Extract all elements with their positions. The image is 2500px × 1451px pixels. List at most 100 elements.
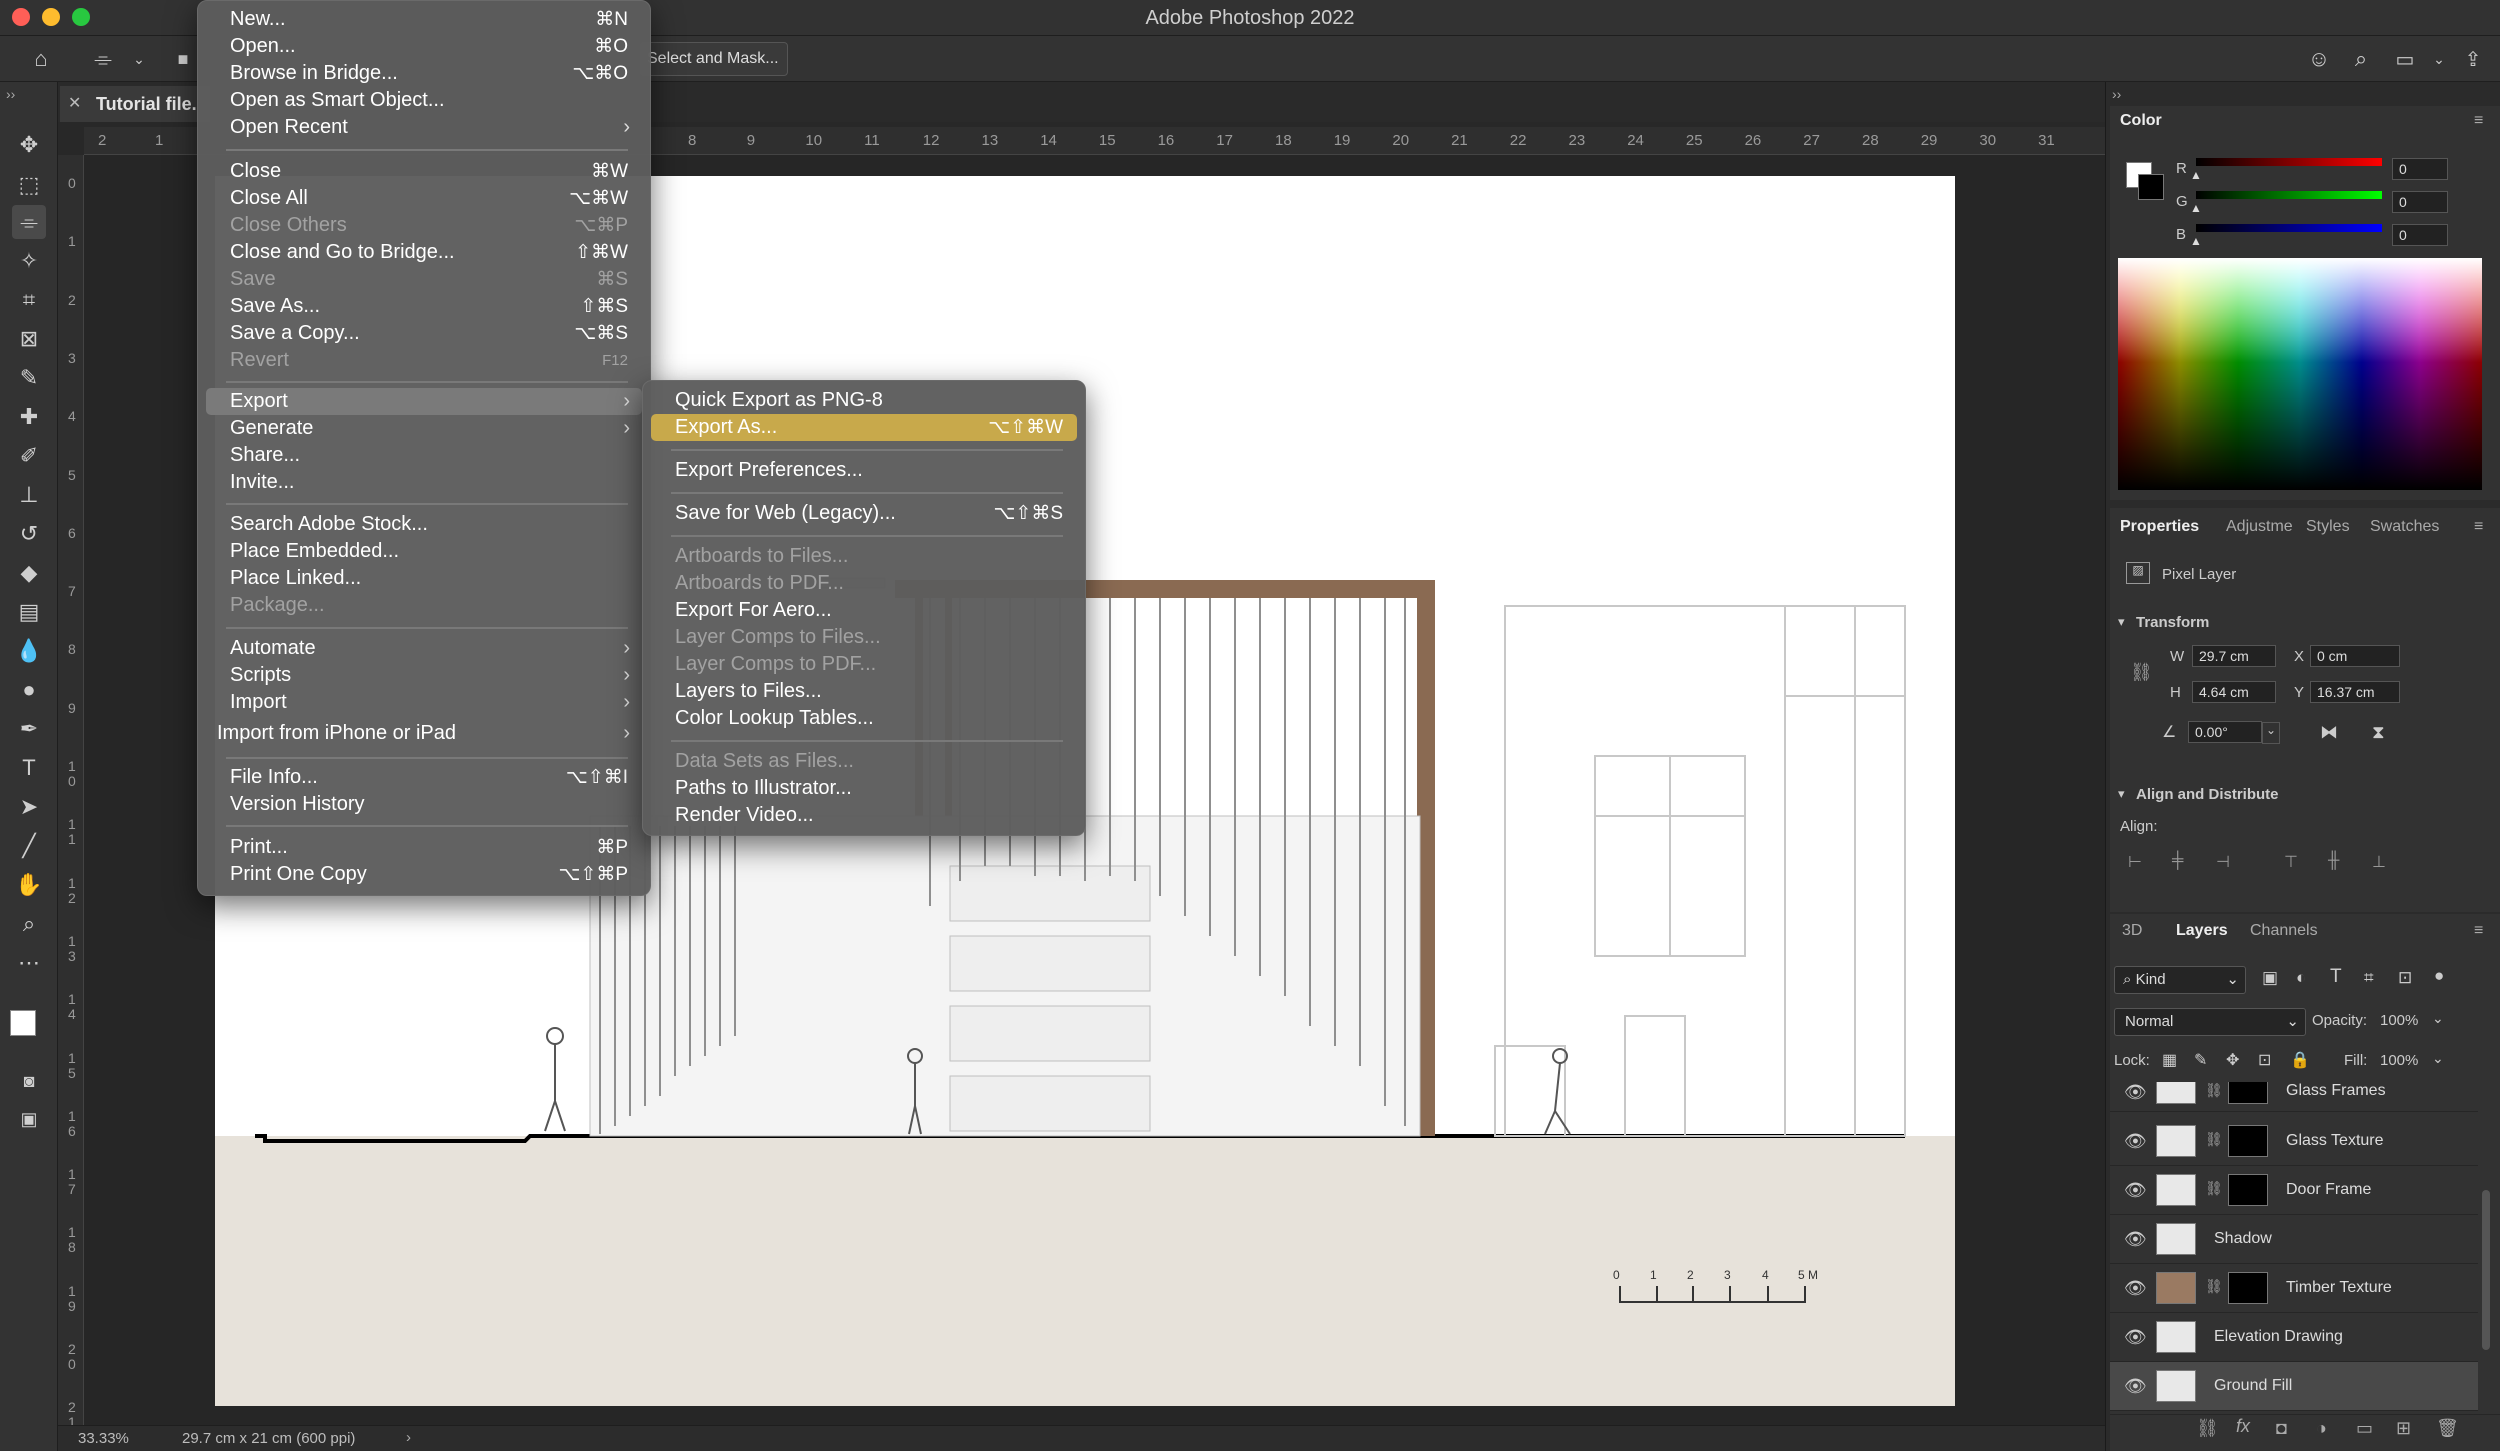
menu-item-open[interactable]: Open... ⌘O: [206, 33, 642, 60]
menu-item-save-a-copy[interactable]: Save a Copy... ⌥⌘S: [206, 320, 642, 347]
search-icon[interactable]: ⌕: [2346, 44, 2376, 74]
filter-smart-object-icon[interactable]: ⊡: [2398, 968, 2412, 988]
flip-vertical-icon[interactable]: ⧗: [2372, 722, 2385, 743]
menu-item-open-as-smart-object[interactable]: Open as Smart Object...: [206, 87, 642, 114]
align-left-icon[interactable]: ⊢: [2128, 852, 2142, 872]
magic-wand-tool-icon[interactable]: ✧: [12, 244, 46, 278]
layer-row[interactable]: 👁 Elevation Drawing: [2110, 1313, 2478, 1362]
visibility-eye-icon[interactable]: 👁: [2124, 1327, 2147, 1348]
width-input[interactable]: 29.7 cm: [2192, 645, 2276, 667]
zoom-tool-icon[interactable]: ⌕: [12, 907, 46, 941]
path-selection-tool-icon[interactable]: ➤: [12, 790, 46, 824]
visibility-eye-icon[interactable]: 👁: [2124, 1229, 2147, 1250]
lock-transparent-icon[interactable]: ▦: [2162, 1050, 2177, 1070]
visibility-eye-icon[interactable]: 👁: [2124, 1278, 2147, 1299]
transform-section-title[interactable]: Transform: [2136, 614, 2209, 631]
dodge-tool-icon[interactable]: ●: [12, 673, 46, 707]
layer-name[interactable]: Glass Texture: [2286, 1132, 2384, 1150]
workspace-chevron-icon[interactable]: ⌄: [2424, 44, 2454, 74]
menu-item-quick-export-png[interactable]: Quick Export as PNG-8: [651, 387, 1077, 414]
menu-item-close-all[interactable]: Close All ⌥⌘W: [206, 185, 642, 212]
align-top-icon[interactable]: ⊤: [2284, 852, 2298, 872]
workspace-icon[interactable]: ▭: [2390, 44, 2420, 74]
menu-item-open-recent[interactable]: Open Recent ›: [206, 114, 642, 141]
marquee-tool-icon[interactable]: ⬚: [12, 168, 46, 202]
layer-row[interactable]: 👁 ⛓ Glass Frames: [2110, 1082, 2478, 1112]
document-tab[interactable]: Tutorial file.: [60, 86, 210, 122]
crop-tool-icon[interactable]: ⌗: [12, 283, 46, 317]
layer-mask-thumbnail[interactable]: [2228, 1174, 2268, 1206]
type-tool-icon[interactable]: T: [12, 751, 46, 785]
chevron-down-icon[interactable]: ▾: [2118, 786, 2125, 802]
lock-pixels-icon[interactable]: ✎: [2194, 1050, 2207, 1070]
panel-menu-icon[interactable]: ≡: [2474, 518, 2483, 536]
menu-item-new[interactable]: New... ⌘N: [206, 6, 642, 33]
tab-styles[interactable]: Styles: [2306, 518, 2350, 536]
layer-name[interactable]: Timber Texture: [2286, 1279, 2392, 1297]
tab-swatches[interactable]: Swatches: [2370, 518, 2439, 536]
layer-name[interactable]: Glass Frames: [2286, 1082, 2386, 1100]
menu-item-share[interactable]: Share...: [206, 442, 642, 469]
align-center-icon[interactable]: ╪: [2172, 852, 2183, 870]
fx-icon[interactable]: fx: [2236, 1416, 2250, 1437]
layer-row[interactable]: 👁 Shadow: [2110, 1215, 2478, 1264]
lock-position-icon[interactable]: ✥: [2226, 1050, 2239, 1070]
layer-name[interactable]: Door Frame: [2286, 1181, 2371, 1199]
menu-item-layers-to-files[interactable]: Layers to Files...: [651, 678, 1077, 705]
menu-item-automate[interactable]: Automate ›: [206, 635, 642, 662]
adjustment-layer-icon[interactable]: ◑: [2316, 1418, 2327, 1439]
menu-item-export-preferences[interactable]: Export Preferences...: [651, 457, 1077, 484]
link-layers-icon[interactable]: ⛓: [2196, 1418, 2219, 1439]
tab-channels[interactable]: Channels: [2250, 922, 2318, 940]
color-panel-title[interactable]: Color: [2120, 112, 2162, 130]
more-tools-icon[interactable]: ⋯: [12, 946, 46, 980]
red-slider[interactable]: [2196, 158, 2382, 166]
chevron-down-icon[interactable]: ⌄: [2432, 1050, 2444, 1067]
blend-mode-select[interactable]: Normal ⌄: [2114, 1008, 2306, 1036]
tab-layers[interactable]: Layers: [2176, 922, 2228, 940]
layer-row[interactable]: 👁 ⛓ Glass Texture: [2110, 1117, 2478, 1166]
lock-all-icon[interactable]: 🔒: [2290, 1050, 2310, 1070]
chevron-down-icon[interactable]: ⌄: [124, 44, 154, 74]
menu-item-export[interactable]: Export ›: [206, 388, 642, 415]
filter-adjustment-icon[interactable]: ◐: [2296, 968, 2306, 988]
pen-tool-icon[interactable]: ✒: [12, 712, 46, 746]
frame-tool-icon[interactable]: ⊠: [12, 322, 46, 356]
foreground-color-swatch[interactable]: [10, 1010, 36, 1036]
filter-toggle-icon[interactable]: ●: [2434, 966, 2444, 986]
link-icon[interactable]: ⛓: [2205, 1278, 2223, 1295]
menu-item-print[interactable]: Print... ⌘P: [206, 834, 642, 861]
document-info[interactable]: 29.7 cm x 21 cm (600 ppi): [182, 1430, 355, 1447]
menu-item-color-lookup-tables[interactable]: Color Lookup Tables...: [651, 705, 1077, 732]
chevron-right-icon[interactable]: ›: [406, 1429, 411, 1446]
link-icon[interactable]: ⛓: [2130, 662, 2153, 683]
brush-tool-icon[interactable]: ✐: [12, 439, 46, 473]
slider-handle-icon[interactable]: ▲: [2190, 201, 2202, 215]
expand-panel-icon[interactable]: ››: [6, 86, 15, 102]
layer-row[interactable]: 👁 ⛓ Door Frame: [2110, 1166, 2478, 1215]
fill-value[interactable]: 100%: [2380, 1052, 2418, 1069]
layer-name[interactable]: Elevation Drawing: [2214, 1328, 2343, 1346]
layer-mask-thumbnail[interactable]: [2228, 1082, 2268, 1104]
blur-tool-icon[interactable]: 💧: [12, 634, 46, 668]
visibility-eye-icon[interactable]: 👁: [2124, 1180, 2147, 1201]
menu-item-print-one-copy[interactable]: Print One Copy ⌥⇧⌘P: [206, 861, 642, 888]
selection-mode-icon[interactable]: ■: [168, 44, 198, 74]
red-value-input[interactable]: 0: [2392, 158, 2448, 180]
layer-row[interactable]: 👁 Ground Fill: [2110, 1362, 2478, 1411]
menu-item-render-video[interactable]: Render Video...: [651, 802, 1077, 829]
trash-icon[interactable]: 🗑: [2436, 1418, 2459, 1439]
hand-tool-icon[interactable]: ✋: [12, 868, 46, 902]
screen-mode-icon[interactable]: ▣: [12, 1102, 46, 1136]
close-icon[interactable]: ✕: [68, 86, 81, 122]
gradient-tool-icon[interactable]: ▤: [12, 595, 46, 629]
lock-artboard-icon[interactable]: ⊡: [2258, 1050, 2271, 1070]
menu-item-search-adobe-stock[interactable]: Search Adobe Stock...: [206, 511, 642, 538]
add-mask-icon[interactable]: ◘: [2276, 1418, 2287, 1439]
tab-3d[interactable]: 3D: [2122, 922, 2142, 940]
x-input[interactable]: 0 cm: [2310, 645, 2400, 667]
layer-filter-select[interactable]: ⌕ Kind ⌄: [2114, 966, 2246, 994]
menu-item-close-and-go-to-bridge[interactable]: Close and Go to Bridge... ⇧⌘W: [206, 239, 642, 266]
zoom-level[interactable]: 33.33%: [78, 1430, 129, 1447]
align-right-icon[interactable]: ⊣: [2216, 852, 2230, 872]
